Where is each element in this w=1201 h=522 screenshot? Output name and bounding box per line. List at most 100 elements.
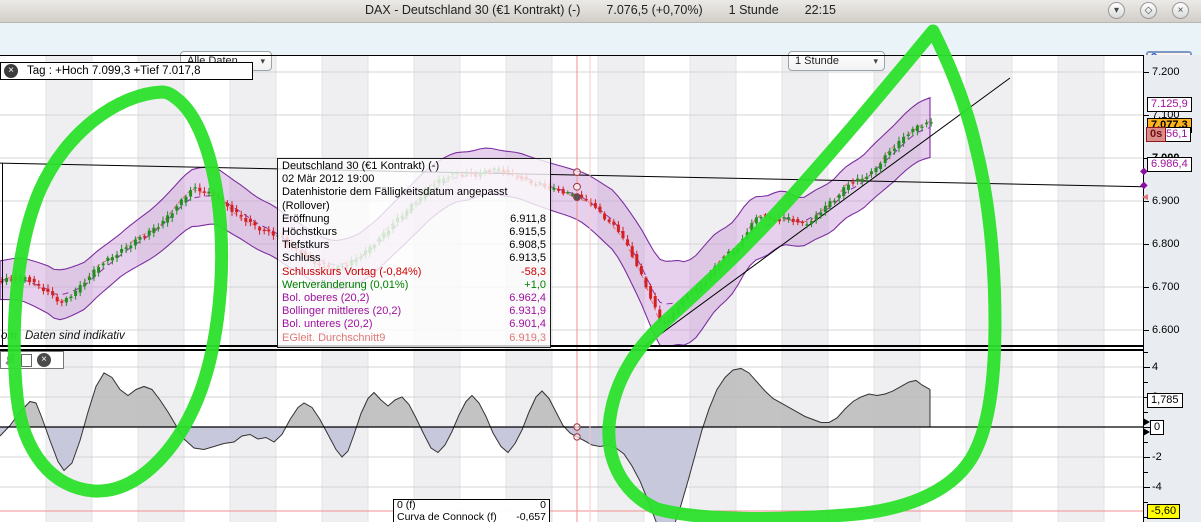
price-badge-purple[interactable]: 7.125,9: [1147, 96, 1192, 112]
indicator-badge-plain[interactable]: 1,785: [1147, 393, 1183, 409]
trading-app-window: { "window": { "title_left": "DAX - Deuts…: [0, 0, 1201, 522]
tooltip-row-label: Schlusskurs Vortag (-0,84%): [282, 265, 422, 278]
price-badge-countdown[interactable]: 0s: [1146, 126, 1167, 142]
restore-button[interactable]: ◇: [1140, 2, 1157, 19]
axis-tick: [1144, 442, 1148, 443]
indicator-row: 0 (f) 0: [394, 499, 549, 512]
tooltip-row-label: Bol. oberes (20,2): [282, 292, 370, 305]
axis-tick-label: 6.800: [1152, 237, 1180, 250]
footnote-fragment: om: [1, 330, 17, 342]
axis-tick-label: -2: [1152, 451, 1162, 463]
tooltip-row-value: -58,3: [520, 265, 546, 278]
axis-tick-label: 4: [1152, 360, 1159, 373]
indicator-value: -0,657: [516, 510, 546, 522]
axis-tick: [1144, 381, 1148, 383]
tooltip-row-label: Tiefstkurs: [282, 239, 330, 252]
axis-tick: [1144, 472, 1148, 474]
indicator-value: 0: [540, 499, 546, 511]
window-title-interval: 1 Stunde: [728, 3, 779, 17]
axis-tick: [1144, 114, 1149, 116]
indicator-badge-yellow[interactable]: -5,60: [1147, 504, 1181, 520]
day-range-text: Tag : +Hoch 7.099,3 +Tief 7.017,8: [27, 65, 201, 77]
tooltip-row-label: Bol. unteres (20,2): [282, 318, 373, 331]
indicator-badge-zero[interactable]: 0: [1150, 419, 1165, 435]
tooltip-row-value: 6.911,8: [510, 212, 546, 225]
axis-tick: [1144, 351, 1148, 353]
price-badge-purple-partial[interactable]: 56,1: [1162, 126, 1192, 142]
zero-marker-arrow: [1143, 427, 1150, 436]
indicative-data-note: Daten sind indikativ: [25, 330, 125, 342]
tooltip-row-label: Wertveränderung (0,01%): [282, 278, 409, 291]
trendline[interactable]: [628, 77, 1011, 358]
indicator-toolbar: ×: [0, 351, 64, 369]
document-icon[interactable]: [21, 353, 32, 367]
axis-tick: [1144, 243, 1149, 245]
axis-tick: [1144, 487, 1150, 489]
tooltip-row-value: 6.913,5: [509, 252, 546, 265]
indicator-row: Curva de Connock (f) -0,657: [394, 510, 549, 522]
wrench-icon[interactable]: [4, 354, 16, 366]
alert-marker-icon[interactable]: ◆: [1140, 180, 1148, 191]
axis-tick-label: -4: [1152, 481, 1162, 494]
tooltip-row-value: 6.915,5: [509, 226, 546, 239]
interval-value: 1 Stunde: [795, 55, 840, 67]
tooltip-row-value: +1,0: [524, 278, 546, 291]
window-title-time: 22:15: [804, 3, 836, 17]
tooltip-row: Bol. oberes (20,2) 6.962,4: [278, 292, 550, 305]
selection-handle[interactable]: [573, 182, 581, 191]
selection-handle[interactable]: [573, 433, 581, 441]
tooltip-row: Schlusskurs Vortag (-0,84%) -58,3: [278, 266, 550, 279]
indicator-label: Curva de Connock (f): [397, 510, 497, 522]
alert-marker-icon[interactable]: ◄: [1140, 192, 1150, 203]
axis-tick-label: 6.700: [1152, 280, 1180, 293]
day-range-tag: × Tag : +Hoch 7.099,3 +Tief 7.017,8: [0, 62, 253, 80]
panel-separator-line[interactable]: [0, 345, 1201, 347]
window-titlebar: DAX - Deutschland 30 (€1 Kontrakt) (-) 7.…: [0, 0, 1201, 23]
chart-toolbar: Alle Daten ▾ 1 Stunde ▾: [0, 22, 1201, 76]
tooltip-note: Datenhistorie dem Fälligkeitsdatum angep…: [282, 186, 508, 212]
tooltip-row: Schluss 6.913,5: [278, 252, 550, 265]
chart-left-frame: [2, 163, 3, 345]
tooltip-row-value: 6.919,3: [509, 331, 546, 344]
indicator-tooltip-panel: 0 (f) 0 Curva de Connock (f) -0,657: [393, 499, 550, 522]
selection-handle[interactable]: [573, 168, 581, 177]
tooltip-row-label: EGleit. Durchschnitt9: [282, 331, 386, 344]
tooltip-row: Höchstkurs 6.915,5: [278, 226, 550, 239]
close-icon[interactable]: ×: [4, 64, 18, 78]
axis-tick-label: 6.600: [1152, 323, 1180, 336]
tooltip-row-value: 6.901,4: [509, 318, 546, 331]
tooltip-row: EGleit. Durchschnitt9 6.919,3: [278, 332, 550, 345]
tooltip-row-value: 6.962,4: [509, 292, 546, 305]
axis-tick: [1144, 366, 1150, 368]
tooltip-row: Bollinger mittleres (20,2) 6.931,9: [278, 305, 550, 318]
interval-dropdown[interactable]: 1 Stunde ▾: [788, 51, 885, 71]
panel-separator-line[interactable]: [0, 349, 1201, 351]
axis-tick-label: 6.900: [1152, 194, 1180, 207]
indicator-label: 0 (f): [397, 499, 416, 511]
minimize-button[interactable]: ▾: [1108, 2, 1125, 19]
axis-tick: [1144, 502, 1148, 504]
axis-tick: [1144, 286, 1149, 288]
axis-tick: [1144, 329, 1149, 331]
price-badge-purple[interactable]: 6.986,4: [1147, 156, 1192, 172]
tooltip-instrument: Deutschland 30 (€1 Kontrakt) (-): [282, 160, 440, 172]
selection-handle[interactable]: [573, 193, 581, 201]
window-title-price: 7.076,5 (+0,70%): [606, 3, 703, 17]
close-button[interactable]: ×: [1172, 2, 1189, 19]
axis-tick-label: 7.200: [1152, 65, 1180, 78]
axis-tick: [1144, 411, 1148, 413]
data-tooltip-panel: Deutschland 30 (€1 Kontrakt) (-) 02 Mär …: [277, 158, 551, 348]
selection-handle[interactable]: [573, 423, 581, 431]
chevron-down-icon: ▾: [873, 55, 878, 66]
tooltip-row: Tiefstkurs 6.908,5: [278, 239, 550, 252]
close-icon[interactable]: ×: [37, 353, 51, 367]
axis-tick: [1144, 457, 1150, 458]
price-axis[interactable]: 7.2007.1007.0006.9006.8006.7006.60042-2-…: [1140, 55, 1201, 522]
chart-top-border: [0, 55, 1201, 56]
zero-marker-arrow: [1143, 417, 1150, 426]
tooltip-row: Eröffnung 6.911,8: [278, 213, 550, 226]
tooltip-rows: Eröffnung 6.911,8 Höchstkurs 6.915,5 Tiefstk…: [278, 213, 550, 345]
tooltip-row-value: 6.931,9: [509, 305, 546, 318]
tooltip-row-label: Schluss: [282, 252, 321, 265]
tooltip-row-label: Eröffnung: [282, 212, 330, 225]
